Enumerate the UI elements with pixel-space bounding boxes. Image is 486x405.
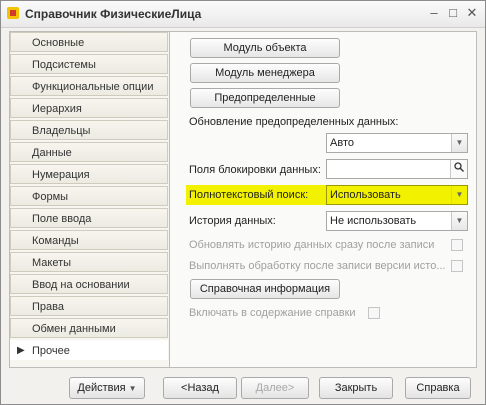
sidebar-item-label: Макеты	[32, 257, 72, 269]
sidebar-item-label: Функциональные опции	[32, 81, 154, 93]
search-icon[interactable]	[450, 160, 467, 178]
update-history-checkbox[interactable]	[451, 239, 463, 251]
data-history-select[interactable]: Не использовать ▼	[326, 211, 468, 231]
sidebar-item-hierarchy[interactable]: Иерархия	[10, 98, 168, 118]
sidebar-item-label: Иерархия	[32, 103, 82, 115]
sidebar: Основные Подсистемы Функциональные опции…	[9, 31, 171, 368]
fulltext-search-label: Полнотекстовый поиск:	[189, 189, 309, 201]
data-history-value: Не использовать	[330, 215, 417, 227]
object-module-button[interactable]: Модуль объекта	[190, 38, 340, 58]
sidebar-item-templates[interactable]: Макеты	[10, 252, 168, 272]
sidebar-item-label: Ввод на основании	[32, 279, 130, 291]
chevron-down-icon: ▼	[128, 384, 137, 393]
lock-fields-input[interactable]	[326, 159, 468, 179]
sidebar-item-label: Владельцы	[32, 125, 91, 137]
sidebar-item-label: Поле ввода	[32, 213, 92, 225]
actions-label: Действия	[77, 382, 126, 394]
sidebar-item-numbering[interactable]: Нумерация	[10, 164, 168, 184]
sidebar-item-functional-options[interactable]: Функциональные опции	[10, 76, 168, 96]
lock-fields-label: Поля блокировки данных:	[189, 164, 321, 176]
dialog-window: Справочник ФизическиеЛица – □ ✕ Основные…	[0, 0, 486, 405]
sidebar-item-label: Основные	[32, 37, 85, 49]
help-button[interactable]: Справка	[405, 377, 471, 399]
manager-module-button[interactable]: Модуль менеджера	[190, 63, 340, 83]
sidebar-item-label: Формы	[32, 191, 69, 203]
update-history-label: Обновлять историю данных сразу после зап…	[189, 239, 435, 251]
sidebar-item-label: Обмен данными	[32, 323, 116, 335]
sidebar-item-subsystems[interactable]: Подсистемы	[10, 54, 168, 74]
back-button[interactable]: <Назад	[163, 377, 237, 399]
predefined-button[interactable]: Предопределенные	[190, 88, 340, 108]
close-icon[interactable]: ✕	[463, 5, 481, 21]
sidebar-item-other[interactable]: ▶ Прочее	[10, 340, 168, 360]
run-processing-label: Выполнять обработку после записи версии …	[189, 260, 446, 272]
update-predefined-select[interactable]: Авто ▼	[326, 133, 468, 153]
sidebar-item-label: Прочее	[32, 345, 70, 357]
maximize-icon[interactable]: □	[444, 5, 462, 21]
minimize-icon[interactable]: –	[425, 5, 443, 21]
sidebar-item-label: Нумерация	[32, 169, 90, 181]
run-processing-checkbox[interactable]	[451, 260, 463, 272]
include-help-checkbox[interactable]	[368, 307, 380, 319]
update-predefined-label: Обновление предопределенных данных:	[189, 116, 399, 128]
content-panel: Модуль объекта Модуль менеджера Предопре…	[169, 31, 477, 368]
app-icon	[7, 7, 19, 19]
help-info-button[interactable]: Справочная информация	[190, 279, 340, 299]
sidebar-item-forms[interactable]: Формы	[10, 186, 168, 206]
fulltext-search-value: Использовать	[330, 189, 401, 201]
chevron-down-icon[interactable]: ▼	[451, 134, 467, 152]
sidebar-item-label: Команды	[32, 235, 79, 247]
chevron-down-icon[interactable]: ▼	[451, 212, 467, 230]
sidebar-item-label: Подсистемы	[32, 59, 96, 71]
sidebar-item-label: Данные	[32, 147, 72, 159]
actions-button[interactable]: Действия ▼	[69, 377, 145, 399]
update-predefined-value: Авто	[330, 137, 354, 149]
fulltext-search-select[interactable]: Использовать ▼	[326, 185, 468, 205]
sidebar-item-owners[interactable]: Владельцы	[10, 120, 168, 140]
close-button[interactable]: Закрыть	[319, 377, 393, 399]
sidebar-item-data-exchange[interactable]: Обмен данными	[10, 318, 168, 338]
window-title: Справочник ФизическиеЛица	[25, 7, 202, 21]
sidebar-item-input-field[interactable]: Поле ввода	[10, 208, 168, 228]
chevron-down-icon[interactable]: ▼	[451, 186, 467, 204]
data-history-label: История данных:	[189, 215, 276, 227]
next-button[interactable]: Далее>	[241, 377, 309, 399]
sidebar-item-commands[interactable]: Команды	[10, 230, 168, 250]
sidebar-item-basic[interactable]: Основные	[10, 32, 168, 52]
sidebar-item-rights[interactable]: Права	[10, 296, 168, 316]
title-bar: Справочник ФизическиеЛица – □ ✕	[1, 1, 485, 28]
triangle-right-icon: ▶	[17, 345, 25, 356]
sidebar-item-data[interactable]: Данные	[10, 142, 168, 162]
include-help-label: Включать в содержание справки	[189, 307, 356, 319]
sidebar-item-input-by-basis[interactable]: Ввод на основании	[10, 274, 168, 294]
sidebar-item-label: Права	[32, 301, 64, 313]
